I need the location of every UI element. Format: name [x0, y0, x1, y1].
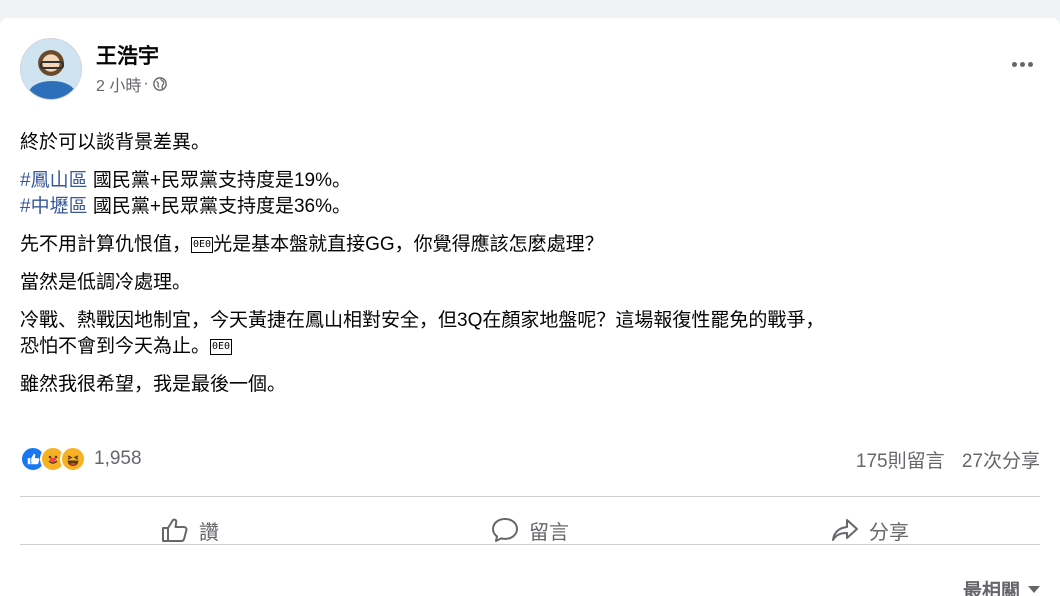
like-button[interactable]: 讚: [20, 498, 360, 562]
post-meta: 2 小時 ·: [96, 72, 167, 96]
avatar-glasses: [40, 61, 64, 69]
post-timestamp[interactable]: 2 小時: [96, 72, 141, 96]
globe-icon[interactable]: [152, 77, 167, 91]
comment-label: 留言: [529, 521, 569, 544]
shares-count[interactable]: 27次分享: [962, 451, 1040, 472]
hashtag-link[interactable]: #鳳山區: [20, 170, 88, 191]
comment-sort-dropdown[interactable]: 最相關: [963, 576, 1040, 596]
post-paragraph: #鳳山區 國民黨+民眾黨支持度是19%。: [20, 168, 1040, 194]
author-name[interactable]: 王浩宇: [96, 40, 159, 70]
action-bar: 讚 留言 分享: [20, 498, 1040, 562]
post-paragraph: 冷戰、熱戰因地制宜，今天黃捷在鳳山相對安全，但3Q在顏家地盤呢？這場報復性罷免的…: [20, 310, 825, 331]
meta-separator: ·: [143, 75, 149, 92]
post-paragraph: 雖然我很希望，我是最後一個。: [20, 374, 287, 395]
paragraph-text: 恐怕不會到今天為止。: [20, 336, 211, 357]
share-label: 分享: [869, 521, 909, 544]
paragraph-text: 先不用計算仇恨值，: [20, 234, 192, 255]
share-icon: [832, 519, 858, 541]
comments-count[interactable]: 175則留言: [856, 451, 945, 472]
post-paragraph: #中壢區 國民黨+民眾黨支持度是36%。: [20, 194, 1040, 220]
divider: [20, 496, 1040, 497]
post-card: 王浩宇 2 小時 · 終於可以談背景差異。 #鳳山區 國民黨+民眾黨支持度是19…: [0, 18, 1060, 596]
divider: [20, 544, 1040, 545]
reactions-row: 1,958 175則留言 27次分享: [20, 444, 1040, 474]
comment-button[interactable]: 留言: [360, 498, 700, 562]
more-dot: [1027, 61, 1033, 67]
comment-icon: [492, 518, 518, 542]
post-paragraph: 恐怕不會到今天為止。 0E0: [20, 334, 1040, 360]
engagement-stats: 175則留言 27次分享: [856, 446, 1040, 473]
more-dot: [1019, 61, 1025, 67]
more-options-button[interactable]: [1004, 46, 1040, 82]
paragraph-text: 國民黨+民眾黨支持度是19%。: [87, 170, 351, 191]
like-label: 讚: [199, 521, 219, 544]
thumbs-up-icon: [162, 518, 188, 542]
post-paragraph: 終於可以談背景差異。: [20, 132, 211, 153]
post-header: 王浩宇 2 小時 ·: [20, 38, 1040, 100]
post-paragraph: 當然是低調冷處理。: [20, 272, 192, 293]
share-button[interactable]: 分享: [700, 498, 1040, 562]
post-paragraph: 先不用計算仇恨值， 0E0 光是基本盤就直接GG，你覺得應該怎麼處理？: [20, 232, 1040, 258]
emoji-placeholder-icon: 0E0: [191, 237, 214, 253]
caret-down-icon: [1028, 586, 1040, 593]
paragraph-text: 光是基本盤就直接GG，你覺得應該怎麼處理？: [213, 234, 604, 255]
post-body: 終於可以談背景差異。 #鳳山區 國民黨+民眾黨支持度是19%。 #中壢區 國民黨…: [20, 130, 1040, 410]
hashtag-link[interactable]: #中壢區: [20, 196, 88, 217]
avatar-shirt: [29, 81, 75, 99]
haha-reaction-icon[interactable]: [60, 446, 86, 472]
more-dot: [1011, 61, 1017, 67]
paragraph-text: 國民黨+民眾黨支持度是36%。: [87, 196, 351, 217]
reaction-count[interactable]: 1,958: [94, 448, 142, 470]
emoji-placeholder-icon: 0E0: [210, 339, 233, 355]
author-avatar[interactable]: [20, 38, 82, 100]
sort-label: 最相關: [962, 581, 1020, 596]
